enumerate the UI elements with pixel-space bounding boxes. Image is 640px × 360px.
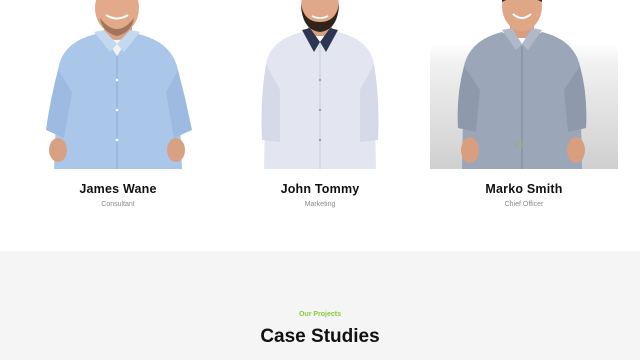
team-member-name: John Tommy xyxy=(280,182,360,196)
section-heading: Case Studies xyxy=(260,326,380,347)
team-member-role: Chief Officer xyxy=(504,201,544,208)
team-member-role: Marketing xyxy=(304,201,336,208)
team-member-photo[interactable] xyxy=(226,0,414,169)
projects-section: Our Projects Case Studies xyxy=(0,251,640,360)
team-member-name: Marko Smith xyxy=(485,182,563,196)
facebook-icon[interactable]: f xyxy=(516,143,518,149)
team-member-role: Consultant xyxy=(101,201,135,208)
team-card-marko-smith[interactable]: f t Marko Smith Chief Officer xyxy=(430,0,618,208)
team-member-photo[interactable] xyxy=(24,0,212,169)
team-member-name: James Wane xyxy=(79,182,157,196)
team-section: James Wane Consultant John Tommy Marketi… xyxy=(0,0,640,251)
team-card-john-tommy[interactable]: John Tommy Marketing xyxy=(226,0,414,208)
team-card-james-wane[interactable]: James Wane Consultant xyxy=(24,0,212,208)
social-links: f t xyxy=(516,143,523,149)
twitter-icon[interactable]: t xyxy=(521,143,523,149)
section-eyebrow: Our Projects xyxy=(298,311,341,318)
team-member-photo[interactable]: f t xyxy=(430,0,618,169)
